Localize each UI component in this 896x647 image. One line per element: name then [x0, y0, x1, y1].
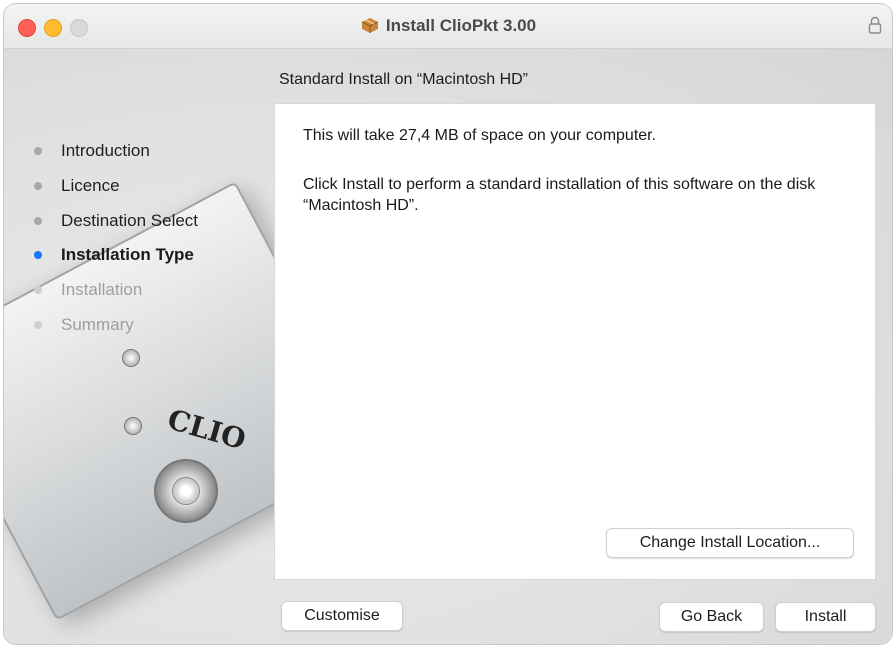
- step-dot-icon: [34, 182, 42, 191]
- step-label: Destination Select: [61, 210, 199, 230]
- window-title: Install ClioPkt 3.00: [4, 16, 892, 36]
- step-label: Installation: [61, 280, 143, 300]
- install-instructions-text: Click Install to perform a standard inst…: [303, 176, 816, 214]
- step-label: Licence: [61, 176, 120, 196]
- step-dot-icon: [34, 320, 42, 329]
- step-dot-active-icon: [34, 251, 42, 260]
- space-required-text: This will take 27,4 MB of space on your …: [303, 127, 657, 144]
- customise-button[interactable]: Customise: [281, 601, 403, 631]
- window-title-text: Install ClioPkt 3.00: [385, 16, 537, 35]
- step-installation-type: Installation Type: [34, 238, 198, 273]
- install-button[interactable]: Install: [775, 602, 876, 632]
- rca-connector-center: [172, 477, 200, 505]
- step-dot-icon: [34, 286, 42, 295]
- package-icon: [361, 18, 379, 33]
- step-dot-icon: [34, 147, 42, 156]
- step-summary: Summary: [34, 307, 198, 342]
- step-destination-select: Destination Select: [34, 203, 198, 238]
- step-label: Installation Type: [61, 245, 194, 265]
- go-back-button[interactable]: Go Back: [659, 602, 764, 632]
- installer-window: Install ClioPkt 3.00 CLIO Introduction L…: [4, 4, 892, 644]
- step-installation: Installation: [34, 273, 198, 308]
- step-licence: Licence: [34, 169, 198, 204]
- title-bar: Install ClioPkt 3.00: [4, 4, 892, 49]
- step-label: Introduction: [61, 141, 150, 161]
- lock-icon: [868, 16, 882, 34]
- step-introduction: Introduction: [34, 134, 198, 169]
- content-panel: This will take 27,4 MB of space on your …: [274, 103, 876, 580]
- device-screw: [122, 349, 140, 367]
- device-screw: [124, 417, 142, 435]
- page-heading: Standard Install on “Macintosh HD”: [279, 71, 528, 88]
- step-label: Summary: [61, 314, 134, 334]
- change-install-location-button[interactable]: Change Install Location...: [606, 528, 854, 558]
- step-dot-icon: [34, 216, 42, 225]
- installer-steps: Introduction Licence Destination Select …: [34, 134, 198, 342]
